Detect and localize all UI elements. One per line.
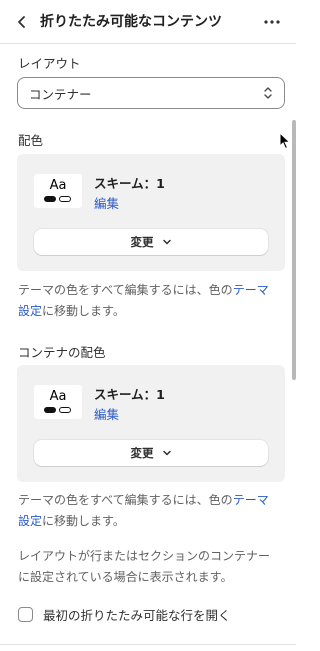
container-visibility-note: レイアウトが行またはセクションのコンテナーに設定されている場合に表示されます。 — [18, 549, 271, 584]
select-updown-icon — [264, 87, 272, 99]
container-color-scheme-label: コンテナの配色 — [18, 345, 106, 360]
color-scheme-help-text: テーマの色をすべて編集するには、色のテーマ設定に移動します。 — [18, 280, 280, 322]
help-text-prefix: テーマの色をすべて編集するには、色の — [18, 493, 233, 507]
color-scheme-name: スキーム：1 — [94, 176, 165, 191]
scrollbar[interactable] — [292, 120, 296, 380]
container-color-scheme-help-text: テーマの色をすべて編集するには、色のテーマ設定に移動します。 — [18, 490, 280, 532]
change-button-label: 変更 — [130, 235, 154, 249]
container-color-scheme-swatch: Aa — [34, 385, 82, 419]
color-scheme-swatch: Aa — [34, 174, 82, 208]
container-color-scheme-edit-link[interactable]: 編集 — [94, 404, 119, 423]
back-button[interactable] — [10, 10, 34, 34]
layout-select[interactable]: コンテナー — [17, 77, 285, 109]
help-text-suffix: に移動します。 — [42, 304, 125, 318]
layout-label: レイアウト — [18, 56, 81, 71]
chevron-left-icon — [18, 16, 25, 28]
more-horizontal-icon — [264, 20, 280, 24]
swatch-sample-text: Aa — [49, 178, 67, 193]
help-text-suffix: に移動します。 — [42, 514, 125, 528]
color-scheme-label: 配色 — [18, 133, 44, 148]
swatch-primary-button — [44, 196, 56, 202]
chevron-down-icon — [162, 450, 171, 456]
more-actions-button[interactable] — [260, 10, 284, 34]
color-scheme-card: Aa スキーム：1 編集 変更 — [17, 154, 285, 271]
change-button-label: 変更 — [130, 446, 154, 460]
container-color-scheme-name: スキーム：1 — [94, 387, 165, 402]
color-scheme-change-button[interactable]: 変更 — [34, 229, 268, 255]
swatch-secondary-button — [59, 196, 71, 202]
swatch-sample-text: Aa — [49, 389, 67, 404]
container-color-scheme-change-button[interactable]: 変更 — [34, 440, 268, 466]
open-first-row-checkbox[interactable] — [18, 607, 33, 622]
open-first-row-option[interactable]: 最初の折りたたみ可能な行を開く — [18, 605, 231, 624]
mouse-cursor-icon — [279, 132, 291, 150]
open-first-row-label: 最初の折りたたみ可能な行を開く — [43, 608, 231, 623]
container-color-scheme-card: Aa スキーム：1 編集 変更 — [17, 365, 285, 482]
bottom-divider — [0, 644, 296, 645]
swatch-primary-button — [44, 407, 56, 413]
panel-title: 折りたたみ可能なコンテンツ — [40, 14, 222, 30]
layout-select-value: コンテナー — [29, 86, 92, 102]
panel-header: 折りたたみ可能なコンテンツ — [0, 0, 296, 44]
color-scheme-edit-link[interactable]: 編集 — [94, 193, 119, 212]
chevron-down-icon — [162, 239, 171, 245]
swatch-secondary-button — [59, 407, 71, 413]
help-text-prefix: テーマの色をすべて編集するには、色の — [18, 283, 233, 297]
